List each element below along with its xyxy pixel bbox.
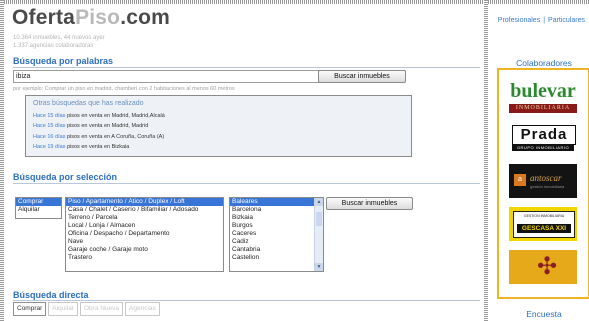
province-option[interactable]: Cadiz — [230, 238, 323, 246]
property-type-option[interactable]: Piso / Apartamento / Ático / Duplex / Lo… — [66, 198, 223, 206]
survey-title: Encuesta — [526, 309, 562, 319]
history-item-time[interactable]: Hace 16 días — [33, 134, 65, 140]
history-item[interactable]: Hace 15 días pisos en venta en Madrid, M… — [33, 113, 165, 119]
right-border — [484, 0, 488, 321]
tab-comprar[interactable]: Comprar — [13, 302, 47, 316]
partner-logo-prada[interactable]: Prada GRUPO INMOBILIARIO — [509, 120, 577, 154]
gescasa-subtitle: GESTION INMOBILIARIA — [523, 214, 565, 218]
history-item[interactable]: Hace 15 días pisos en venta en Madrid, M… — [33, 123, 148, 129]
history-item-text: pisos en venta en A Coruña, Coruña (A) — [65, 134, 165, 140]
bulevar-subtitle: INMOBILIARIA — [509, 104, 577, 113]
site-logo[interactable]: OfertaPiso.com — [12, 6, 170, 30]
history-item-time[interactable]: Hace 15 días — [33, 113, 65, 119]
scroll-down-icon[interactable]: ▼ — [315, 263, 323, 271]
selection-search-button[interactable]: Buscar inmuebles — [326, 197, 413, 210]
property-type-select[interactable]: Piso / Apartamento / Ático / Duplex / Lo… — [65, 197, 224, 272]
stats-listings: 10.364 inmuebles, 44 nuevos ayer — [13, 35, 105, 41]
operation-option[interactable]: Comprar — [16, 198, 61, 206]
antoscar-wordmark: antoscar — [530, 173, 562, 183]
antoscar-logo-bg: a antoscar gestión inmobiliaria — [509, 164, 577, 198]
history-title: Otras búsquedas que has realizado — [33, 100, 144, 107]
cruz-logo-bg: ✣ — [509, 250, 577, 284]
province-option[interactable]: Bizkaia — [230, 214, 323, 222]
sidebar-title: Colaboradores — [516, 58, 572, 68]
bulevar-wordmark: bulevar — [510, 80, 576, 102]
province-scrollbar[interactable]: ▲ ▼ — [314, 198, 323, 271]
top-border — [0, 0, 589, 4]
history-item-text: pisos en venta en Madrid, Madrid — [65, 123, 149, 129]
left-border — [0, 0, 4, 321]
partner-logo-antoscar[interactable]: a antoscar gestión inmobiliaria — [509, 164, 577, 198]
logo-part-oferta: Oferta — [12, 6, 76, 29]
history-item-time[interactable]: Hace 19 días — [33, 144, 65, 150]
search-hint: por ejemplo: Comprar un piso en madrid, … — [13, 86, 235, 92]
section-divider — [13, 67, 480, 68]
antoscar-emblem-icon: a — [514, 174, 526, 186]
province-option[interactable]: Caceres — [230, 230, 323, 238]
section-divider — [13, 183, 480, 184]
province-option[interactable]: Baleares — [230, 198, 314, 206]
keyword-search-button[interactable]: Buscar inmuebles — [318, 70, 406, 83]
tab-agencias[interactable]: Agencias — [125, 302, 160, 316]
province-option[interactable]: Burgos — [230, 222, 323, 230]
logo-part-piso: Piso — [75, 6, 121, 29]
history-item[interactable]: Hace 16 días pisos en venta en A Coruña,… — [33, 134, 164, 140]
top-links: Profesionales | Particulares — [498, 17, 585, 24]
prada-subtitle: GRUPO INMOBILIARIO — [512, 145, 574, 151]
property-type-option[interactable]: Trastero — [66, 254, 223, 262]
province-select[interactable]: Baleares Barcelona Bizkaia Burgos Cacere… — [229, 197, 324, 272]
antoscar-subtitle: gestión inmobiliaria — [530, 184, 565, 189]
history-item-text: pisos en venta en Bizkaia — [65, 144, 130, 150]
partner-logo-bulevar[interactable]: bulevar INMOBILIARIA — [509, 79, 577, 113]
gescasa-wordmark: GESCASA XXI — [517, 224, 571, 233]
scroll-up-icon[interactable]: ▲ — [315, 198, 323, 206]
search-history-box: Otras búsquedas que has realizado Hace 1… — [25, 95, 412, 157]
gescasa-frame: GESTION INMOBILIARIA GESCASA XXI — [513, 211, 575, 238]
section-divider — [13, 300, 480, 301]
tab-alquilar[interactable]: Alquilar — [48, 302, 78, 316]
direct-search-title: Búsqueda directa — [13, 290, 89, 300]
province-option[interactable]: Barcelona — [230, 206, 323, 214]
gescasa-logo-bg: GESTION INMOBILIARIA GESCASA XXI — [509, 207, 577, 241]
cross-icon: ✣ — [537, 253, 558, 280]
link-individuals[interactable]: Particulares — [548, 17, 585, 24]
history-item-time[interactable]: Hace 15 días — [33, 123, 65, 129]
property-type-option[interactable]: Local / Lonja / Almacen — [66, 222, 223, 230]
link-professionals[interactable]: Profesionales — [498, 17, 540, 24]
operation-option[interactable]: Alquilar — [16, 206, 61, 214]
direct-search-tabs: Comprar Alquilar Obra Nueva Agencias — [13, 302, 160, 316]
property-type-option[interactable]: Terreno / Parcela — [66, 214, 223, 222]
site-stats: 10.364 inmuebles, 44 nuevos ayer 1.337 a… — [13, 34, 105, 50]
logo-part-suffix: .com — [120, 6, 171, 29]
property-type-option[interactable]: Oficina / Despacho / Departamento — [66, 230, 223, 238]
province-option[interactable]: Cantabria — [230, 246, 323, 254]
operation-select[interactable]: Comprar Alquilar — [15, 197, 62, 219]
link-separator: | — [543, 17, 546, 24]
partner-logo-cruz[interactable]: ✣ — [509, 250, 577, 284]
prada-logo-bg: Prada GRUPO INMOBILIARIO — [509, 120, 577, 154]
property-type-option[interactable]: Casa / Chalet / Caserío / Bifamiliar / A… — [66, 206, 223, 214]
property-type-option[interactable]: Garaje coche / Garaje moto — [66, 246, 223, 254]
history-item[interactable]: Hace 19 días pisos en venta en Bizkaia — [33, 144, 129, 150]
keyword-search-title: Búsqueda por palabras — [13, 56, 114, 66]
tab-obra-nueva[interactable]: Obra Nueva — [79, 302, 124, 316]
property-type-option[interactable]: Nave — [66, 238, 223, 246]
history-item-text: pisos en venta en Madrid, Madrid,Alcalá — [65, 113, 165, 119]
partner-logo-gescasa[interactable]: GESTION INMOBILIARIA GESCASA XXI — [509, 207, 577, 241]
stats-agencies: 1.337 agencias colaboradoras — [13, 43, 94, 49]
partners-panel: bulevar INMOBILIARIA Prada GRUPO INMOBIL… — [497, 68, 589, 299]
keyword-search-input[interactable] — [13, 70, 319, 83]
scroll-thumb[interactable] — [316, 212, 322, 226]
prada-wordmark: Prada — [512, 125, 576, 145]
province-option[interactable]: Castellon — [230, 254, 323, 262]
selection-search-title: Búsqueda por selección — [13, 172, 118, 182]
